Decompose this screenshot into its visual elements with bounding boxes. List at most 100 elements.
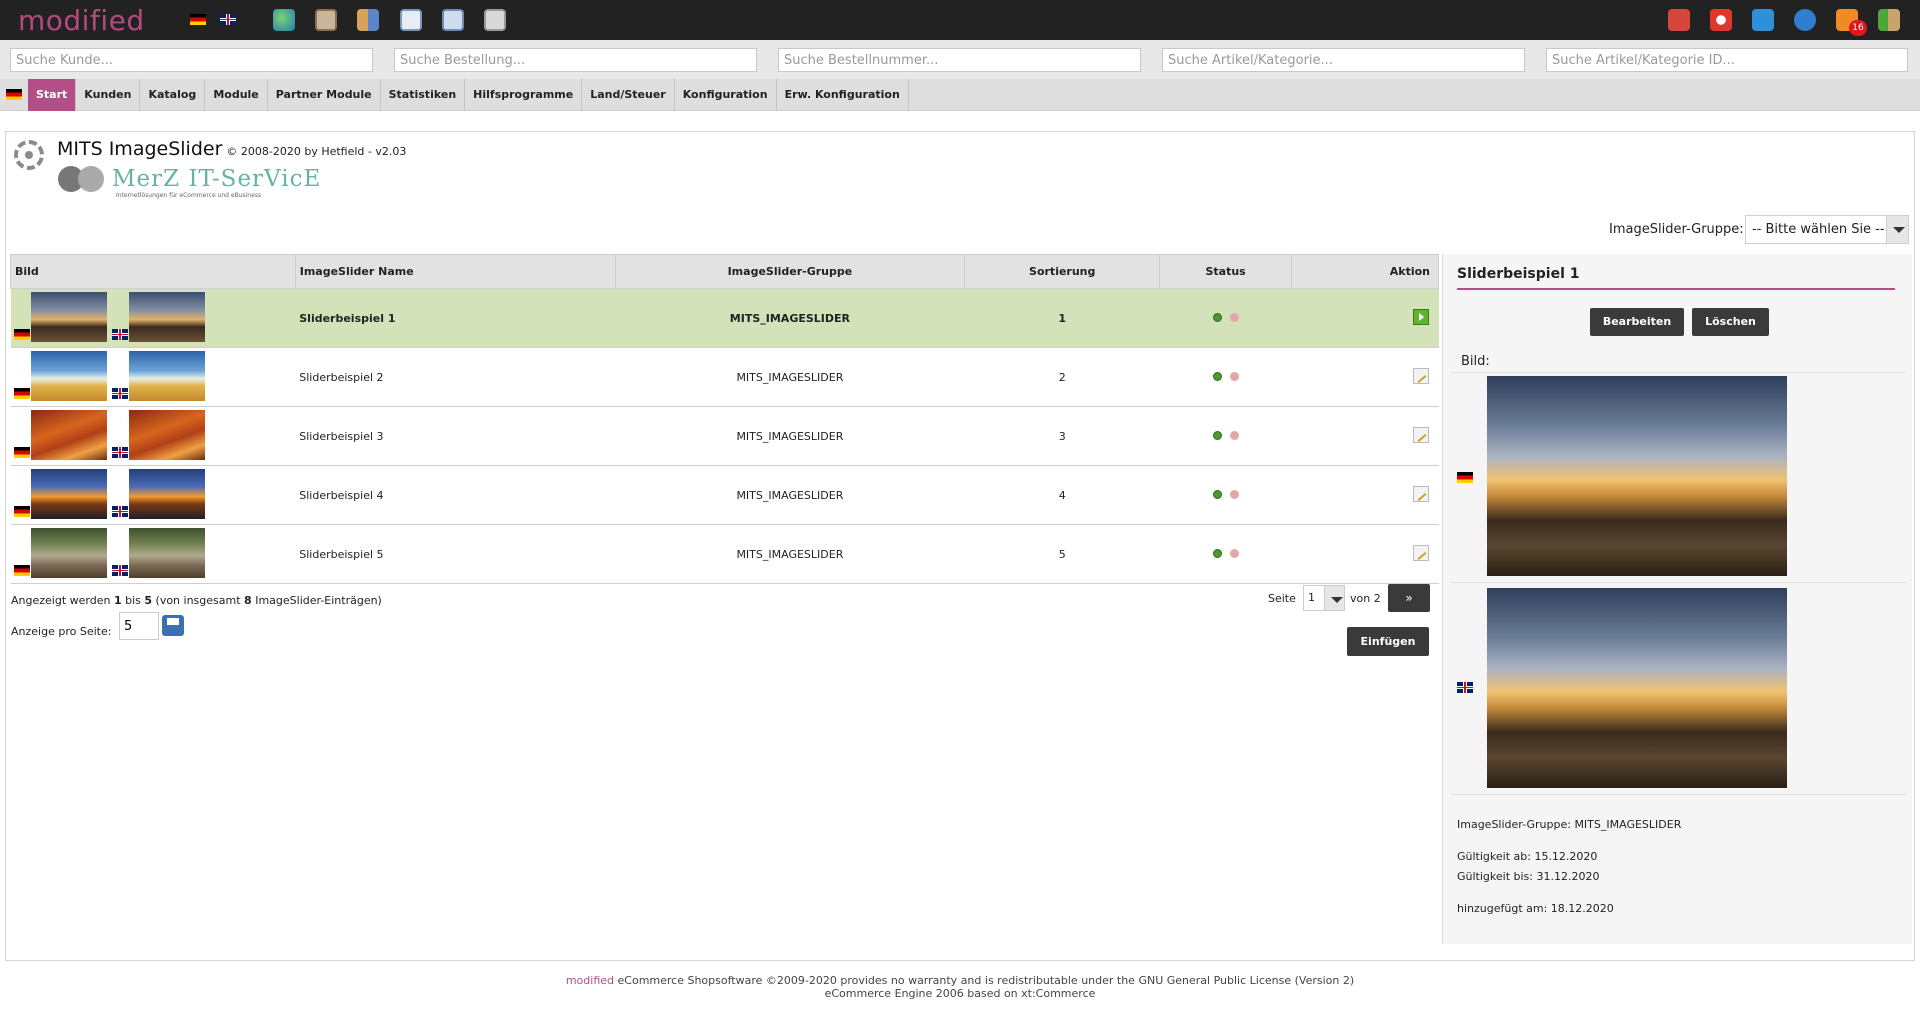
image-cell	[10, 288, 296, 348]
group-filter-value: -- Bitte wählen Sie --	[1752, 222, 1885, 237]
search-order-number-input[interactable]	[778, 48, 1141, 72]
page-value: 1	[1308, 591, 1315, 604]
table-row[interactable]: Sliderbeispiel 4 MITS_IMAGESLIDER 4	[10, 465, 1439, 525]
nav-module[interactable]: Module	[205, 78, 268, 111]
slider-thumbnail-en	[128, 292, 205, 342]
status-active-icon[interactable]	[1212, 312, 1222, 322]
german-flag-icon[interactable]	[6, 89, 22, 100]
nav-katalog[interactable]: Katalog	[140, 78, 206, 111]
german-flag-icon	[13, 506, 30, 517]
page-select[interactable]: 1	[1303, 585, 1345, 611]
action-cell	[1291, 406, 1439, 466]
search-article-input[interactable]	[1162, 48, 1525, 72]
calendar-icon[interactable]	[1668, 9, 1690, 31]
status-active-icon[interactable]	[1212, 371, 1222, 381]
database-icon[interactable]	[484, 9, 506, 31]
group-filter-label: ImageSlider-Gruppe:	[1609, 222, 1744, 237]
edit-icon[interactable]	[1412, 485, 1429, 502]
language-flags	[190, 14, 236, 25]
slider-thumbnail-en	[128, 351, 205, 401]
german-flag-icon	[13, 329, 30, 340]
english-flag-icon[interactable]	[220, 14, 236, 25]
chevron-down-icon	[1886, 216, 1908, 243]
copy-icon[interactable]	[442, 9, 464, 31]
panel-valid-to: Gültigkeit bis: 31.12.2020	[1457, 870, 1600, 883]
image-label: Bild:	[1461, 354, 1490, 369]
insert-button[interactable]: Einfügen	[1347, 627, 1429, 656]
footer-line: modified eCommerce Shopsoftware ©2009-20…	[0, 974, 1920, 987]
top-bar: modified 16	[0, 0, 1920, 40]
globe-icon[interactable]	[273, 9, 295, 31]
status-cell	[1159, 288, 1292, 348]
search-article-id-input[interactable]	[1546, 48, 1908, 72]
german-flag-icon	[13, 388, 30, 399]
german-flag-icon	[13, 447, 30, 458]
group-filter-select[interactable]: -- Bitte wählen Sie --	[1745, 215, 1909, 244]
action-cell	[1291, 288, 1439, 348]
search-order-input[interactable]	[394, 48, 757, 72]
gear-icon	[14, 140, 44, 170]
col-header-image: Bild	[10, 254, 296, 289]
table-row[interactable]: Sliderbeispiel 5 MITS_IMAGESLIDER 5	[10, 524, 1439, 584]
status-active-icon[interactable]	[1212, 430, 1222, 440]
slider-group: MITS_IMAGESLIDER	[615, 524, 965, 584]
lifebuoy-icon[interactable]	[1710, 9, 1732, 31]
edit-icon[interactable]	[1412, 367, 1429, 384]
nav-statistiken[interactable]: Statistiken	[381, 78, 466, 111]
table-row[interactable]: Sliderbeispiel 2 MITS_IMAGESLIDER 2	[10, 347, 1439, 407]
slider-name: Sliderbeispiel 1	[295, 288, 616, 348]
slider-thumbnail-de	[30, 528, 107, 578]
results-from: 1	[113, 594, 122, 607]
info-icon[interactable]	[1794, 9, 1816, 31]
notification-badge: 16	[1849, 20, 1867, 36]
refresh-icon[interactable]	[1752, 9, 1774, 31]
status-active-icon[interactable]	[1212, 489, 1222, 499]
status-inactive-icon[interactable]	[1229, 430, 1239, 440]
status-inactive-icon[interactable]	[1229, 312, 1239, 322]
german-flag-icon[interactable]	[190, 14, 206, 25]
slider-table: Bild ImageSlider Name ImageSlider-Gruppe…	[10, 254, 1439, 584]
next-page-button[interactable]: »	[1388, 584, 1430, 612]
search-customer-input[interactable]	[10, 48, 373, 72]
nav-land-steuer[interactable]: Land/Steuer	[582, 78, 675, 111]
action-cell	[1291, 347, 1439, 407]
nav-erw-konfiguration[interactable]: Erw. Konfiguration	[777, 78, 909, 111]
box-icon[interactable]	[315, 9, 337, 31]
table-row[interactable]: Sliderbeispiel 1 MITS_IMAGESLIDER 1	[10, 288, 1439, 348]
status-active-icon[interactable]	[1212, 548, 1222, 558]
status-inactive-icon[interactable]	[1229, 489, 1239, 499]
selected-arrow-icon[interactable]	[1412, 308, 1429, 325]
nav-kunden[interactable]: Kunden	[76, 78, 141, 111]
per-page-input[interactable]	[119, 612, 159, 640]
english-flag-icon	[111, 388, 128, 399]
status-inactive-icon[interactable]	[1229, 548, 1239, 558]
delete-button[interactable]: Löschen	[1692, 308, 1769, 336]
slider-thumbnail-de	[30, 410, 107, 460]
edit-button[interactable]: Bearbeiten	[1590, 308, 1684, 336]
table-row[interactable]: Sliderbeispiel 3 MITS_IMAGESLIDER 3	[10, 406, 1439, 466]
nav-konfiguration[interactable]: Konfiguration	[675, 78, 777, 111]
results-count: Angezeigt werden 1 bis 5 (von insgesamt …	[11, 594, 382, 607]
logo[interactable]: modified	[18, 4, 145, 37]
status-inactive-icon[interactable]	[1229, 371, 1239, 381]
slider-group: MITS_IMAGESLIDER	[615, 347, 965, 407]
action-cell	[1291, 465, 1439, 525]
edit-icon[interactable]	[1412, 544, 1429, 561]
users-icon[interactable]	[357, 9, 379, 31]
save-icon[interactable]	[162, 615, 184, 636]
logout-icon[interactable]	[1878, 9, 1900, 31]
image-cell	[10, 347, 296, 407]
nav-partner-module[interactable]: Partner Module	[268, 78, 381, 111]
results-text: (von insgesamt	[152, 594, 245, 607]
company-tagline: Internetlösungen für eCommerce und eBusi…	[116, 192, 262, 199]
page-total: von 2	[1350, 592, 1381, 605]
panel-added: hinzugefügt am: 18.12.2020	[1457, 902, 1614, 915]
page-title: MITS ImageSlider © 2008-2020 by Hetfield …	[57, 138, 406, 160]
nav-hilfsprogramme[interactable]: Hilfsprogramme	[465, 78, 583, 111]
page-subtitle: © 2008-2020 by Hetfield - v2.03	[226, 145, 407, 158]
nav-start[interactable]: Start	[28, 78, 77, 111]
image-cell	[10, 406, 296, 466]
edit-icon[interactable]	[1412, 426, 1429, 443]
form-icon[interactable]	[400, 9, 422, 31]
footer-brand[interactable]: modified	[566, 974, 614, 987]
